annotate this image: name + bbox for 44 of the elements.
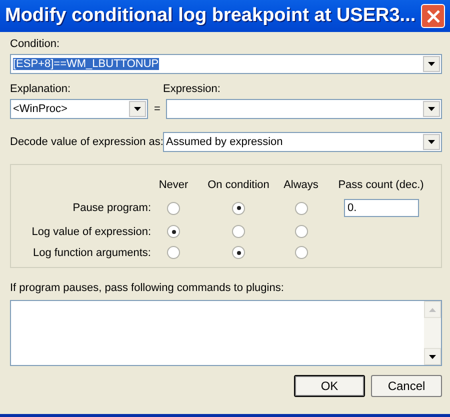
- dropdown-button[interactable]: [423, 134, 440, 150]
- ok-button[interactable]: OK: [294, 375, 365, 397]
- column-header: Always: [282, 179, 320, 191]
- decode-combo[interactable]: Assumed by expression: [163, 132, 442, 152]
- column-header: On condition: [206, 179, 270, 191]
- scrollbar[interactable]: [424, 301, 441, 365]
- explanation-label: Explanation:: [10, 83, 72, 95]
- pass-count-field[interactable]: 0.: [344, 199, 418, 217]
- caret-down-icon: [134, 107, 141, 111]
- caret-down-icon: [428, 140, 435, 144]
- caret-down-icon: [429, 354, 436, 358]
- column-header: Pass count (dec.): [337, 179, 425, 191]
- option-label: Log value of expression:: [30, 226, 151, 238]
- dropdown-button[interactable]: [423, 101, 440, 117]
- option-label: Pause program:: [72, 202, 151, 214]
- equals-sign: =: [154, 103, 160, 115]
- close-icon: [426, 10, 440, 22]
- caret-up-icon: [429, 308, 436, 312]
- scroll-down-button[interactable]: [424, 348, 441, 365]
- caret-down-icon: [428, 62, 435, 66]
- radio-button[interactable]: [232, 202, 245, 214]
- expression-label: Expression:: [163, 83, 220, 95]
- close-button[interactable]: [421, 4, 445, 28]
- dropdown-button[interactable]: [129, 101, 146, 117]
- radio-button[interactable]: [167, 202, 180, 214]
- radio-button[interactable]: [294, 225, 308, 238]
- dropdown-button[interactable]: [423, 56, 440, 72]
- radio-button[interactable]: [167, 246, 180, 259]
- column-header: Never: [158, 179, 190, 191]
- radio-button[interactable]: [232, 225, 245, 238]
- cancel-button[interactable]: Cancel: [371, 375, 442, 397]
- commands-field[interactable]: [10, 300, 442, 366]
- condition-label: Condition:: [10, 38, 61, 50]
- explanation-combo[interactable]: <WinProc>: [10, 99, 148, 119]
- commands-label: If program pauses, pass following commands to plugins:: [10, 282, 285, 294]
- window-title: Modify conditional log breakpoint at USER3...: [5, 5, 416, 27]
- radio-button[interactable]: [232, 246, 245, 259]
- condition-combo[interactable]: [ESP+8]==WM_LBUTTONUP: [10, 54, 442, 74]
- option-label: Log function arguments:: [32, 246, 151, 258]
- scroll-up-button[interactable]: [424, 301, 441, 318]
- caret-down-icon: [428, 107, 435, 111]
- radio-button[interactable]: [294, 246, 308, 259]
- radio-button[interactable]: [294, 202, 308, 214]
- radio-button[interactable]: [167, 225, 180, 238]
